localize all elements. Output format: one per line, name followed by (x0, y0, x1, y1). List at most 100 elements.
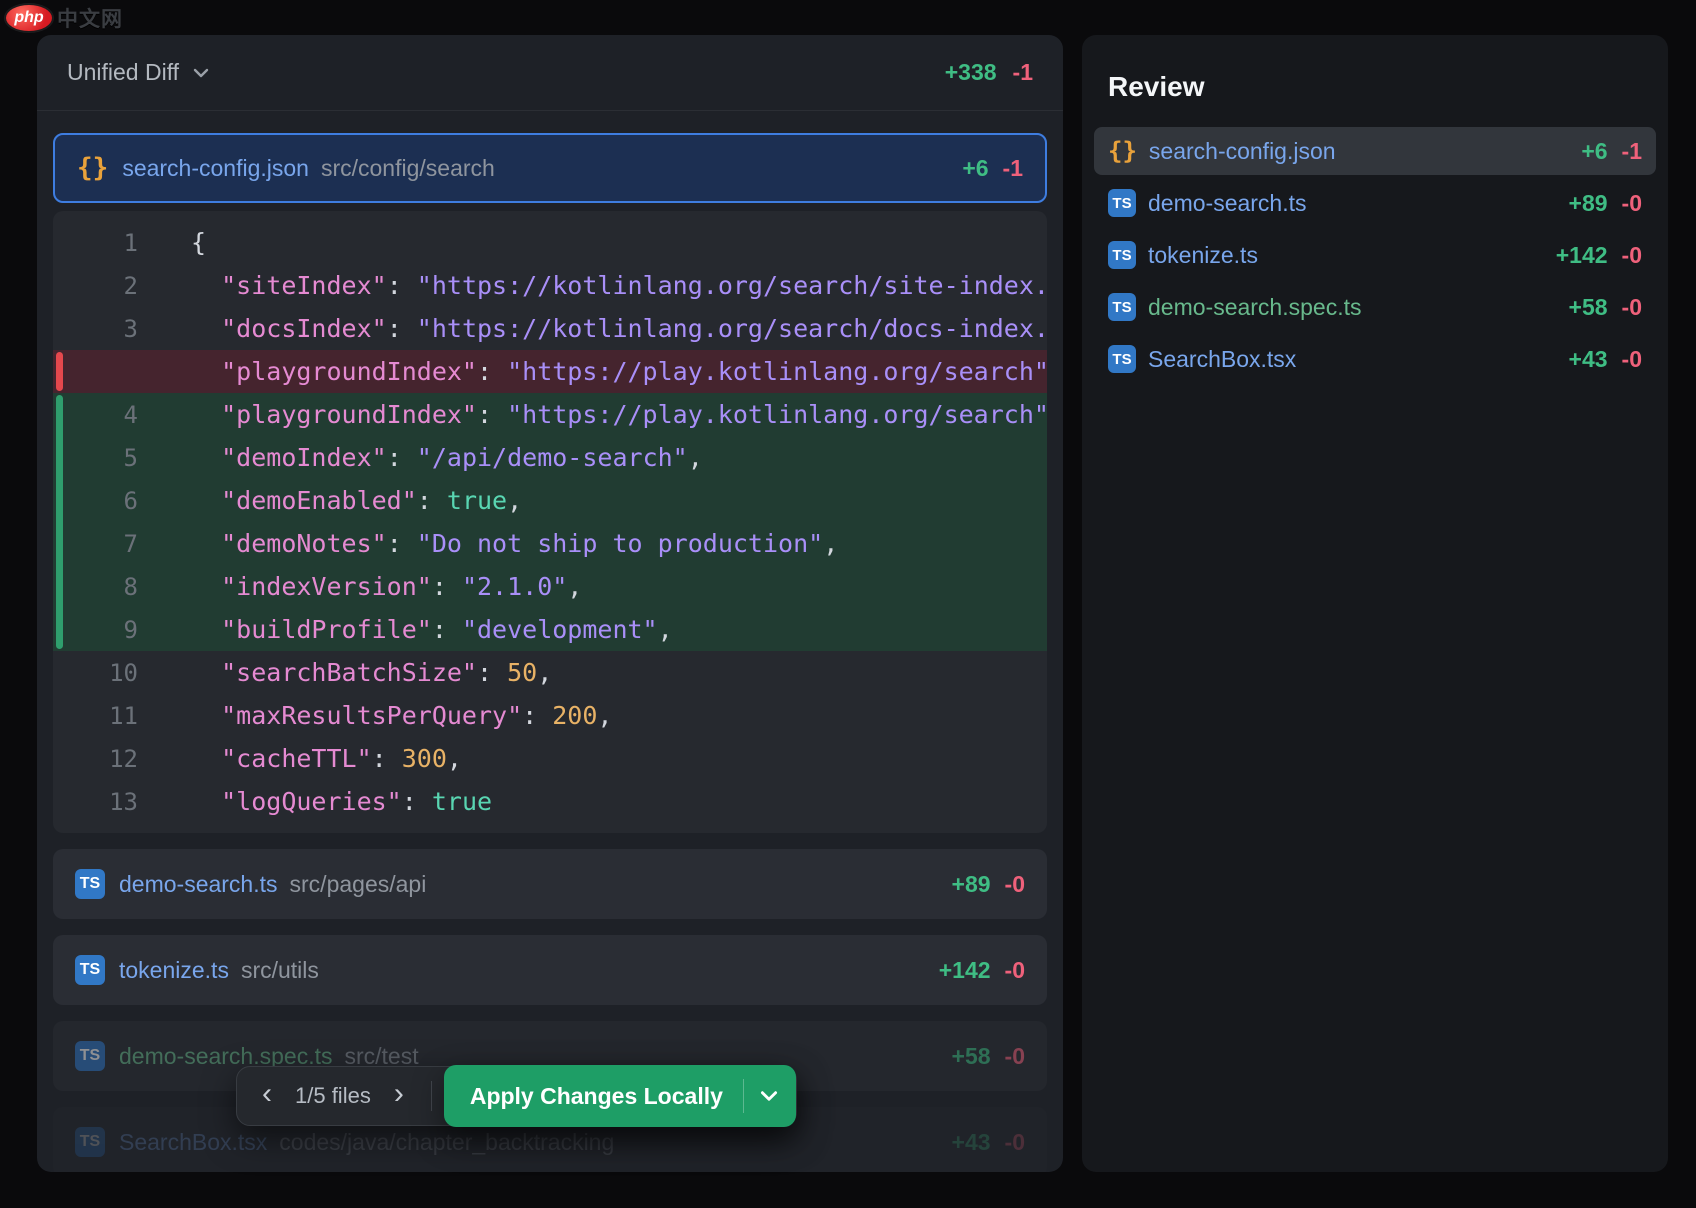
added-line-marker (56, 479, 63, 522)
code-line: 3 "docsIndex": "https://kotlinlang.org/s… (53, 307, 1047, 350)
review-item-demo-search.spec.ts[interactable]: TS demo-search.spec.ts +58 -0 (1094, 283, 1656, 331)
review-item-search-config.json[interactable]: {}search-config.json+6-1 (1094, 127, 1656, 175)
chevron-down-icon[interactable] (752, 1085, 786, 1107)
file-card-demo-search.ts[interactable]: TSdemo-search.tssrc/pages/api+89-0 (53, 849, 1047, 919)
file-stats: +142 -0 (939, 957, 1025, 984)
apply-button-divider (743, 1079, 744, 1113)
file-removed: -0 (1622, 294, 1642, 321)
file-added: +142 (1556, 242, 1608, 269)
added-line-marker (56, 522, 63, 565)
file-added: +58 (1569, 294, 1608, 321)
prev-file-button[interactable]: ‹ (245, 1074, 289, 1118)
code-text: "maxResultsPerQuery": 200, (138, 701, 612, 730)
review-item-SearchBox.tsx[interactable]: TSSearchBox.tsx+43-0 (1094, 335, 1656, 383)
file-added: +43 (952, 1129, 991, 1156)
typescript-file-icon: TS (75, 1041, 105, 1071)
file-removed: -0 (1622, 190, 1642, 217)
line-number: 7 (53, 530, 138, 558)
total-added: +338 (945, 59, 997, 86)
removed-line-marker (56, 352, 63, 391)
apply-changes-button[interactable]: Apply Changes Locally (444, 1065, 796, 1127)
added-line-marker (56, 436, 63, 479)
code-line: 12 "cacheTTL": 300, (53, 737, 1047, 780)
file-path: codes/java/chapter_backtracking (279, 1129, 614, 1156)
typescript-file-icon: TS (1108, 293, 1136, 321)
file-added: +6 (1581, 138, 1607, 165)
next-file-button[interactable]: › (377, 1074, 421, 1118)
code-block: 1{2 "siteIndex": "https://kotlinlang.org… (53, 211, 1047, 833)
line-number: 12 (53, 745, 138, 773)
file-removed: -1 (1622, 138, 1642, 165)
file-removed: -0 (1005, 871, 1025, 898)
line-number: 8 (53, 573, 138, 601)
line-number: 11 (53, 702, 138, 730)
json-braces-icon: {} (77, 153, 108, 183)
file-stats: +58 -0 (1569, 294, 1642, 321)
code-text: "demoEnabled": true, (138, 486, 522, 515)
review-list: {}search-config.json+6-1TSdemo-search.ts… (1094, 127, 1656, 383)
file-stats: +6 -1 (1581, 138, 1642, 165)
diff-panel: Unified Diff +338 -1 {} search-config.js… (37, 35, 1063, 1172)
file-added: +89 (952, 871, 991, 898)
file-removed: -0 (1622, 242, 1642, 269)
watermark-label: 中文网 (57, 3, 123, 33)
line-number: 1 (53, 229, 138, 257)
code-text: "playgroundIndex": "https://play.kotlinl… (138, 357, 1047, 386)
diff-totals: +338 -1 (945, 59, 1033, 86)
code-text: "demoNotes": "Do not ship to production"… (138, 529, 838, 558)
file-name: demo-search.ts (119, 871, 278, 898)
file-added: +6 (962, 155, 988, 182)
code-text: "docsIndex": "https://kotlinlang.org/sea… (138, 314, 1047, 343)
review-panel: Review {}search-config.json+6-1TSdemo-se… (1082, 35, 1668, 1172)
file-card-selected[interactable]: {} search-config.json src/config/search … (53, 133, 1047, 203)
code-line: 8 "indexVersion": "2.1.0", (53, 565, 1047, 608)
typescript-file-icon: TS (1108, 241, 1136, 269)
file-removed: -0 (1005, 957, 1025, 984)
file-stats: +58-0 (952, 1043, 1025, 1070)
typescript-file-icon: TS (75, 955, 105, 985)
file-added: +142 (939, 957, 991, 984)
site-watermark: php 中文网 (5, 3, 123, 33)
file-removed: -0 (1622, 346, 1642, 373)
line-number: 13 (53, 788, 138, 816)
file-added: +43 (1569, 346, 1608, 373)
added-line-marker (56, 565, 63, 608)
review-item-tokenize.ts[interactable]: TStokenize.ts+142-0 (1094, 231, 1656, 279)
code-line: 7 "demoNotes": "Do not ship to productio… (53, 522, 1047, 565)
typescript-file-icon: TS (75, 1127, 105, 1157)
line-number: 3 (53, 315, 138, 343)
file-name: demo-search.ts (1148, 190, 1307, 217)
code-line: 6 "demoEnabled": true, (53, 479, 1047, 522)
json-braces-icon: {} (1108, 137, 1137, 165)
line-number: 9 (53, 616, 138, 644)
typescript-file-icon: TS (75, 869, 105, 899)
line-number: 2 (53, 272, 138, 300)
code-line: 13 "logQueries": true (53, 780, 1047, 823)
file-path: src/config/search (321, 155, 495, 182)
chevron-down-icon (191, 63, 211, 83)
file-card-tokenize.ts[interactable]: TStokenize.tssrc/utils+142-0 (53, 935, 1047, 1005)
file-pager-label: 1/5 files (295, 1083, 371, 1109)
added-line-marker (56, 608, 63, 649)
file-name: demo-search.spec.ts (1148, 294, 1361, 321)
line-number: 10 (53, 659, 138, 687)
file-stats: +89 -0 (952, 871, 1025, 898)
diff-mode-dropdown[interactable]: Unified Diff (67, 59, 211, 86)
line-number: 5 (53, 444, 138, 472)
review-item-demo-search.ts[interactable]: TSdemo-search.ts+89-0 (1094, 179, 1656, 227)
code-text: { (138, 228, 206, 257)
file-name: SearchBox.tsx (119, 1129, 267, 1156)
file-name: SearchBox.tsx (1148, 346, 1296, 373)
file-removed: -1 (1003, 155, 1023, 182)
code-text: "playgroundIndex": "https://play.kotlinl… (138, 400, 1047, 429)
code-line: "playgroundIndex": "https://play.kotlinl… (53, 350, 1047, 393)
line-number: 6 (53, 487, 138, 515)
line-number: 4 (53, 401, 138, 429)
apply-changes-label: Apply Changes Locally (470, 1083, 723, 1110)
file-stats: +89-0 (1569, 190, 1642, 217)
php-logo-icon: php (5, 4, 53, 32)
diff-body: {} search-config.json src/config/search … (37, 111, 1063, 1172)
added-line-marker (56, 395, 63, 436)
code-text: "buildProfile": "development", (138, 615, 673, 644)
diff-mode-label: Unified Diff (67, 59, 179, 86)
